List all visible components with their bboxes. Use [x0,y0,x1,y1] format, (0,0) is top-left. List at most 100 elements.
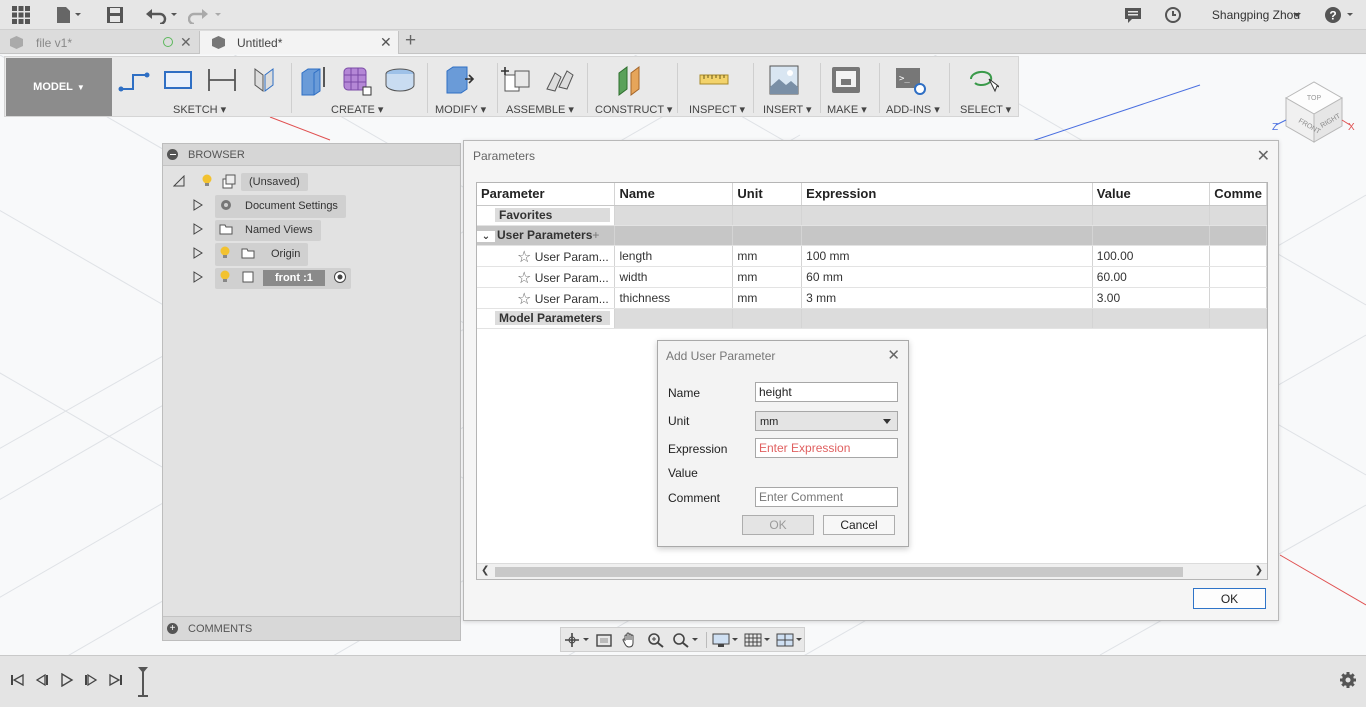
help-icon[interactable]: ? [1323,5,1359,25]
3d-print-icon[interactable] [829,63,863,97]
comment-field[interactable] [755,487,898,507]
expand-triangle-icon[interactable] [193,270,211,286]
scroll-left-icon[interactable]: ❮ [481,565,489,576]
model-parameters-group-row[interactable]: Model Parameters [477,308,1267,329]
column-header[interactable]: Unit [732,183,803,206]
name-field[interactable] [755,382,898,402]
inspect-menu[interactable]: INSPECT ▾ [689,103,745,116]
expand-triangle-icon[interactable] [193,222,211,238]
visibility-bulb-icon[interactable] [219,246,231,263]
favorite-star-icon[interactable]: ☆ [517,291,531,308]
user-account-menu[interactable]: Shangping Zhou [1212,8,1300,22]
apps-grid-icon[interactable] [10,5,32,25]
user-caret-icon[interactable] [1291,5,1303,25]
construct-menu[interactable]: CONSTRUCT ▾ [595,103,672,116]
joint-icon[interactable] [543,63,577,97]
extrude-icon[interactable] [296,63,330,97]
column-header[interactable]: Comme [1209,183,1267,206]
table-row[interactable]: ☆ User Param... width mm 60 mm 60.00 [477,266,1267,288]
create-menu[interactable]: CREATE ▾ [331,103,383,116]
comments-panel-bar[interactable]: + COMMENTS [163,616,460,640]
expand-triangle-icon[interactable] [193,246,211,262]
create-sketch-line-icon[interactable] [117,63,151,97]
collapse-triangle-icon[interactable] [172,174,189,190]
unit-dropdown[interactable]: mm [755,411,898,431]
orbit-icon[interactable] [563,632,591,648]
close-icon[interactable]: ✕ [1257,146,1270,166]
sketch-menu[interactable]: SKETCH ▾ [173,103,226,116]
zoom-icon[interactable] [645,632,667,648]
table-row[interactable]: ☆ User Param... length mm 100 mm 100.00 [477,245,1267,267]
make-menu[interactable]: MAKE ▾ [827,103,867,116]
visibility-bulb-icon[interactable] [201,174,213,191]
browser-header[interactable]: BROWSER [163,144,460,166]
add-parameter-plus-icon[interactable]: + [592,228,599,242]
redo-icon[interactable] [188,5,224,25]
step-forward-icon[interactable] [83,671,99,689]
job-status-clock-icon[interactable] [1163,5,1183,25]
scrollbar-thumb[interactable] [495,567,1183,577]
display-settings-icon[interactable] [711,632,741,648]
new-tab-plus-icon[interactable]: + [405,30,416,52]
cancel-button[interactable]: Cancel [823,515,895,535]
add-ins-menu[interactable]: ADD-INS ▾ [886,103,940,116]
grid-settings-icon[interactable] [743,632,773,648]
offset-plane-icon[interactable] [613,63,647,97]
tree-root[interactable]: (Unsaved) [172,172,308,192]
table-row[interactable]: ☆ User Param... thichness mm 3 mm 3.00 [477,287,1267,309]
notifications-icon[interactable] [1123,5,1143,25]
press-pull-icon[interactable] [441,63,475,97]
tree-item-document-settings[interactable]: Document Settings [193,194,346,218]
select-lasso-icon[interactable] [965,63,1002,97]
sketch-dimension-icon[interactable] [205,63,239,97]
viewports-icon[interactable] [775,632,805,648]
tree-item-front-component[interactable]: front :1 [193,267,351,289]
user-parameters-group-row[interactable]: ⌄ User Parameters+ [477,225,1267,246]
insert-menu[interactable]: INSERT ▾ [763,103,812,116]
go-to-start-icon[interactable] [9,671,25,689]
tree-item-origin[interactable]: Origin [193,242,309,266]
rectangle-icon[interactable] [161,63,195,97]
ok-button[interactable]: OK [742,515,814,535]
expand-plus-icon[interactable]: + [167,623,178,634]
view-cube[interactable]: TOP FRONT RIGHT Z X [1270,70,1360,150]
column-header[interactable]: Value [1092,183,1211,206]
stop-sketch-icon[interactable] [247,63,281,97]
save-icon[interactable] [105,5,125,25]
visibility-bulb-icon[interactable] [219,270,231,287]
tab-untitled[interactable]: Untitled* ✕ [199,31,399,54]
undo-icon[interactable] [144,5,180,25]
new-component-icon[interactable] [499,63,533,97]
favorite-star-icon[interactable]: ☆ [517,270,531,287]
measure-icon[interactable] [697,63,731,97]
look-at-icon[interactable] [593,632,615,648]
favorites-group-row[interactable]: Favorites [477,205,1267,226]
go-to-end-icon[interactable] [108,671,124,689]
close-tab-icon[interactable]: ✕ [380,34,392,51]
timeline-settings-gear-icon[interactable] [1339,671,1357,689]
select-menu[interactable]: SELECT ▾ [960,103,1011,116]
horizontal-scrollbar[interactable]: ❮ ❯ [477,563,1267,579]
close-tab-icon[interactable]: ✕ [180,34,192,51]
pan-hand-icon[interactable] [619,632,641,648]
form-create-icon[interactable] [339,63,373,97]
favorite-star-icon[interactable]: ☆ [517,249,531,266]
tree-item-named-views[interactable]: Named Views [193,219,321,241]
scroll-right-icon[interactable]: ❯ [1255,565,1263,576]
create-cylinder-icon[interactable] [383,63,417,97]
close-icon[interactable]: ✕ [887,346,900,364]
column-header[interactable]: Name [614,183,734,206]
zoom-window-icon[interactable] [671,632,701,648]
scripts-addins-icon[interactable]: >_ [893,63,927,97]
column-header[interactable]: Expression [801,183,1093,206]
collapse-icon[interactable] [167,149,178,160]
modify-menu[interactable]: MODIFY ▾ [435,103,486,116]
activate-radio-icon[interactable] [333,270,347,287]
workspace-switcher[interactable]: MODEL ▼ [6,58,112,116]
expression-field[interactable] [755,438,898,458]
timeline-marker[interactable] [136,666,150,698]
insert-image-icon[interactable] [767,63,801,97]
assemble-menu[interactable]: ASSEMBLE ▾ [506,103,574,116]
step-back-icon[interactable] [34,671,50,689]
column-header[interactable]: Parameter [477,183,616,206]
